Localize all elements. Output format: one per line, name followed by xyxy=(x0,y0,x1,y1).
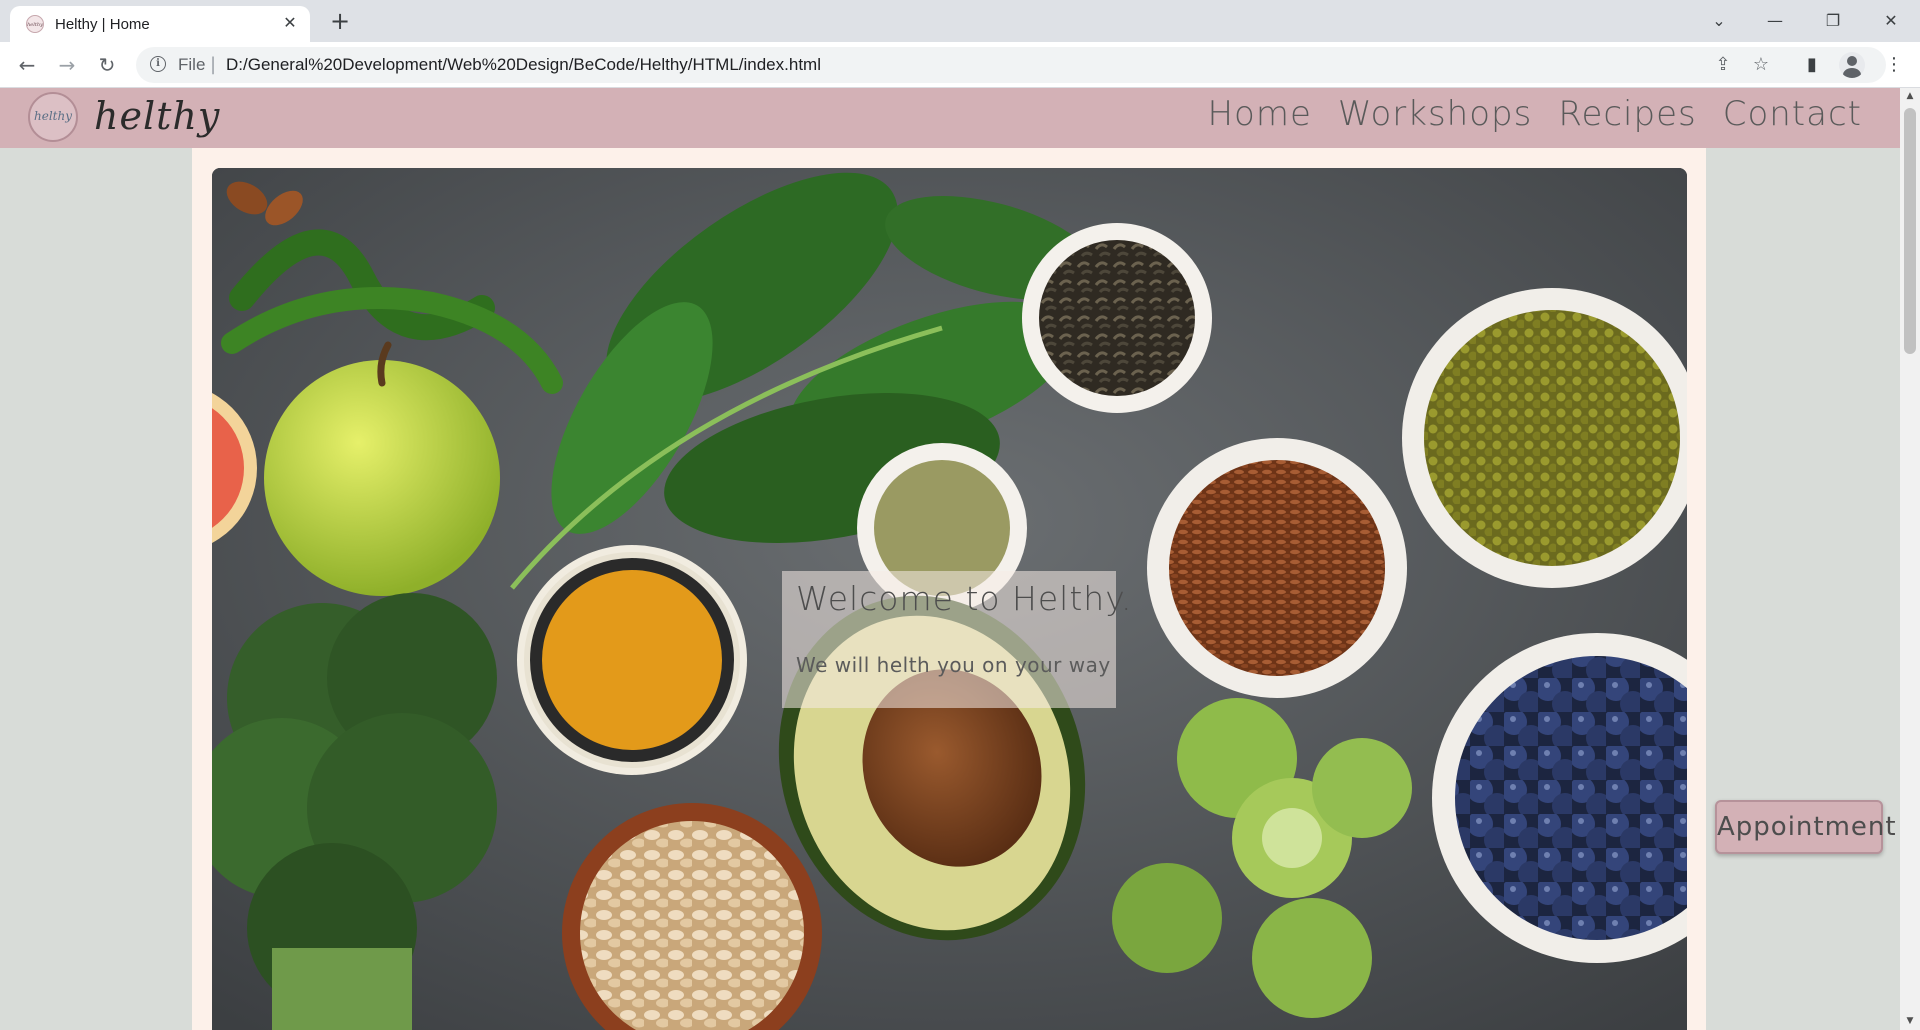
appointment-button[interactable]: Appointment xyxy=(1715,800,1896,854)
logo-text[interactable]: helthy xyxy=(94,94,220,138)
welcome-box: Welcome to Helthy. We will helth you on … xyxy=(782,571,1132,708)
url-separator: | xyxy=(210,54,217,75)
hero-image: Welcome to Helthy. We will helth you on … xyxy=(212,168,1687,1030)
scroll-up-icon[interactable]: ▲ xyxy=(1900,88,1920,105)
scroll-thumb[interactable] xyxy=(1904,108,1916,354)
scroll-down-icon[interactable]: ▼ xyxy=(1900,1013,1920,1030)
nav-contact[interactable]: Contact xyxy=(1723,94,1862,134)
back-icon[interactable]: ← xyxy=(12,50,42,80)
star-icon[interactable]: ☆ xyxy=(1750,54,1772,76)
minimize-icon[interactable]: — xyxy=(1752,4,1798,38)
sidebar-icon[interactable]: ▮ xyxy=(1798,51,1826,79)
tab-title: Helthy | Home xyxy=(55,16,150,33)
content-panel: Welcome to Helthy. We will helth you on … xyxy=(192,148,1706,1030)
hero-title: Welcome to Helthy. xyxy=(796,579,1133,618)
main-nav: Home Workshops Recipes Contact xyxy=(1207,94,1862,134)
favicon-icon: helthy xyxy=(26,15,44,33)
restore-icon[interactable]: ❐ xyxy=(1810,4,1856,38)
page-viewport: helthy helthy Home Workshops Recipes Con… xyxy=(0,88,1900,1030)
url-scheme: File xyxy=(178,55,206,74)
browser-toolbar: ← → ↻ i File | D:/General%20Development/… xyxy=(0,42,1920,88)
window-close-icon[interactable]: ✕ xyxy=(1868,4,1914,38)
tab-search-icon[interactable]: ⌄ xyxy=(1696,4,1742,38)
address-bar[interactable]: i File | D:/General%20Development/Web%20… xyxy=(136,47,1886,83)
hero-subtitle: We will helth you on your way xyxy=(796,653,1111,677)
info-icon[interactable]: i xyxy=(150,56,166,72)
nav-recipes[interactable]: Recipes xyxy=(1558,94,1696,134)
forward-icon[interactable]: → xyxy=(52,50,82,80)
browser-tab[interactable]: helthy Helthy | Home ✕ xyxy=(10,6,310,42)
reload-icon[interactable]: ↻ xyxy=(92,50,122,80)
nav-workshops[interactable]: Workshops xyxy=(1338,94,1532,134)
share-icon[interactable]: ⇪ xyxy=(1712,54,1734,76)
url-text[interactable]: D:/General%20Development/Web%20Design/Be… xyxy=(226,55,821,75)
menu-icon[interactable]: ⋮ xyxy=(1880,51,1908,79)
logo-badge[interactable]: helthy xyxy=(28,92,78,142)
profile-icon[interactable] xyxy=(1839,52,1865,78)
tab-close-icon[interactable]: ✕ xyxy=(280,13,300,33)
page-scrollbar[interactable]: ▲ ▼ xyxy=(1900,88,1920,1030)
tab-strip: helthy Helthy | Home ✕ + ⌄ — ❐ ✕ xyxy=(0,0,1920,42)
site-header: helthy helthy Home Workshops Recipes Con… xyxy=(0,88,1900,148)
new-tab-icon[interactable]: + xyxy=(326,8,354,36)
nav-home[interactable]: Home xyxy=(1207,94,1311,134)
